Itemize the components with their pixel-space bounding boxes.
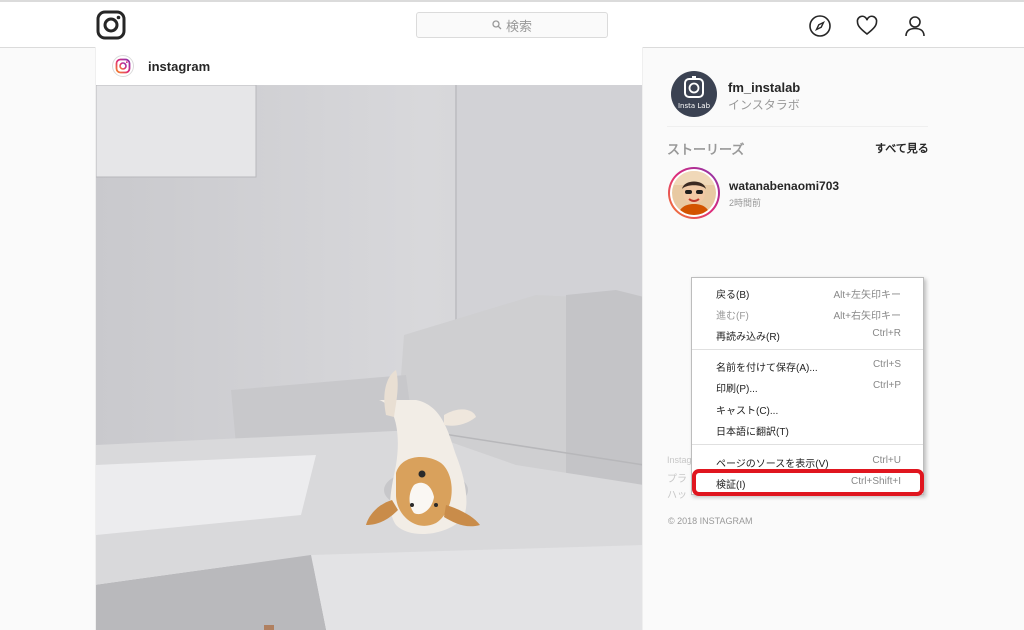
story-avatar-image bbox=[672, 171, 716, 215]
menu-item-shortcut: Ctrl+R bbox=[872, 328, 901, 339]
menu-item-translate[interactable]: 日本語に翻訳(T) bbox=[692, 419, 923, 439]
post-card: instagram bbox=[95, 47, 643, 630]
sidebar-divider bbox=[667, 126, 928, 127]
menu-item-cast[interactable]: キャスト(C)... bbox=[692, 398, 923, 418]
menu-item-label: キャスト(C)... bbox=[716, 406, 779, 417]
menu-item-save-as[interactable]: 名前を付けて保存(A)... Ctrl+S bbox=[692, 355, 923, 375]
navbar: 検索 bbox=[0, 2, 1024, 48]
menu-separator bbox=[692, 349, 923, 350]
stories-title: ストーリーズ bbox=[667, 142, 745, 157]
compass-icon[interactable] bbox=[808, 14, 832, 38]
insta-lab-logo-icon: Insta Lab bbox=[678, 76, 711, 110]
menu-item-label: 再読み込み(R) bbox=[716, 332, 780, 343]
menu-item-shortcut: Ctrl+S bbox=[872, 359, 901, 370]
copyright: © 2018 INSTAGRAM bbox=[668, 516, 753, 526]
menu-item-label: 日本語に翻訳(T) bbox=[716, 427, 789, 438]
menu-item-label: 戻る(B) bbox=[716, 290, 750, 301]
menu-item-label: 印刷(P)... bbox=[716, 384, 758, 395]
menu-item-label: 名前を付けて保存(A)... bbox=[716, 363, 818, 374]
story-time: 2時間前 bbox=[729, 198, 762, 208]
menu-item-view-source[interactable]: ページのソースを表示(V) Ctrl+U bbox=[692, 451, 923, 471]
post-photo[interactable] bbox=[96, 85, 643, 630]
menu-item-shortcut: Alt+右矢印キー bbox=[833, 311, 901, 322]
post-header: instagram bbox=[96, 47, 642, 85]
menu-item-label: ページのソースを表示(V) bbox=[716, 459, 829, 470]
story-avatar[interactable] bbox=[668, 167, 720, 219]
menu-item-shortcut: Alt+左矢印キー bbox=[833, 290, 901, 301]
menu-separator bbox=[692, 444, 923, 445]
menu-item-print[interactable]: 印刷(P)... Ctrl+P bbox=[692, 376, 923, 396]
see-all-link[interactable]: すべて見る bbox=[875, 140, 929, 156]
footer-line: Instag bbox=[667, 455, 692, 465]
story-username[interactable]: watanabenaomi703 bbox=[729, 179, 839, 193]
profile-avatar[interactable]: Insta Lab bbox=[671, 71, 717, 117]
menu-item-forward: 進む(F) Alt+右矢印キー bbox=[692, 303, 923, 323]
footer-line: ハッ bbox=[667, 490, 687, 501]
menu-item-reload[interactable]: 再読み込み(R) Ctrl+R bbox=[692, 324, 923, 344]
instagram-logo-icon[interactable] bbox=[96, 10, 126, 40]
post-username[interactable]: instagram bbox=[148, 59, 210, 74]
profile-subtitle: インスタラボ bbox=[728, 98, 800, 112]
context-menu: 戻る(B) Alt+左矢印キー 進む(F) Alt+右矢印キー 再読み込み(R)… bbox=[691, 277, 924, 495]
search-input[interactable]: 検索 bbox=[416, 12, 608, 38]
inspect-highlight-box bbox=[692, 469, 924, 496]
heart-icon[interactable] bbox=[855, 14, 879, 38]
footer-line: プラ bbox=[667, 474, 687, 485]
user-icon[interactable] bbox=[903, 14, 927, 38]
post-avatar[interactable] bbox=[112, 55, 134, 77]
menu-item-back[interactable]: 戻る(B) Alt+左矢印キー bbox=[692, 282, 923, 302]
instagram-logo-icon bbox=[115, 58, 131, 74]
menu-item-shortcut: Ctrl+P bbox=[872, 380, 901, 391]
search-placeholder: 検索 bbox=[505, 18, 532, 34]
profile-name[interactable]: fm_instalab bbox=[728, 80, 800, 95]
profile-avatar-text: Insta Lab bbox=[678, 102, 711, 110]
menu-item-shortcut: Ctrl+U bbox=[872, 455, 901, 466]
menu-item-label: 進む(F) bbox=[716, 311, 749, 322]
search-icon bbox=[492, 20, 502, 30]
